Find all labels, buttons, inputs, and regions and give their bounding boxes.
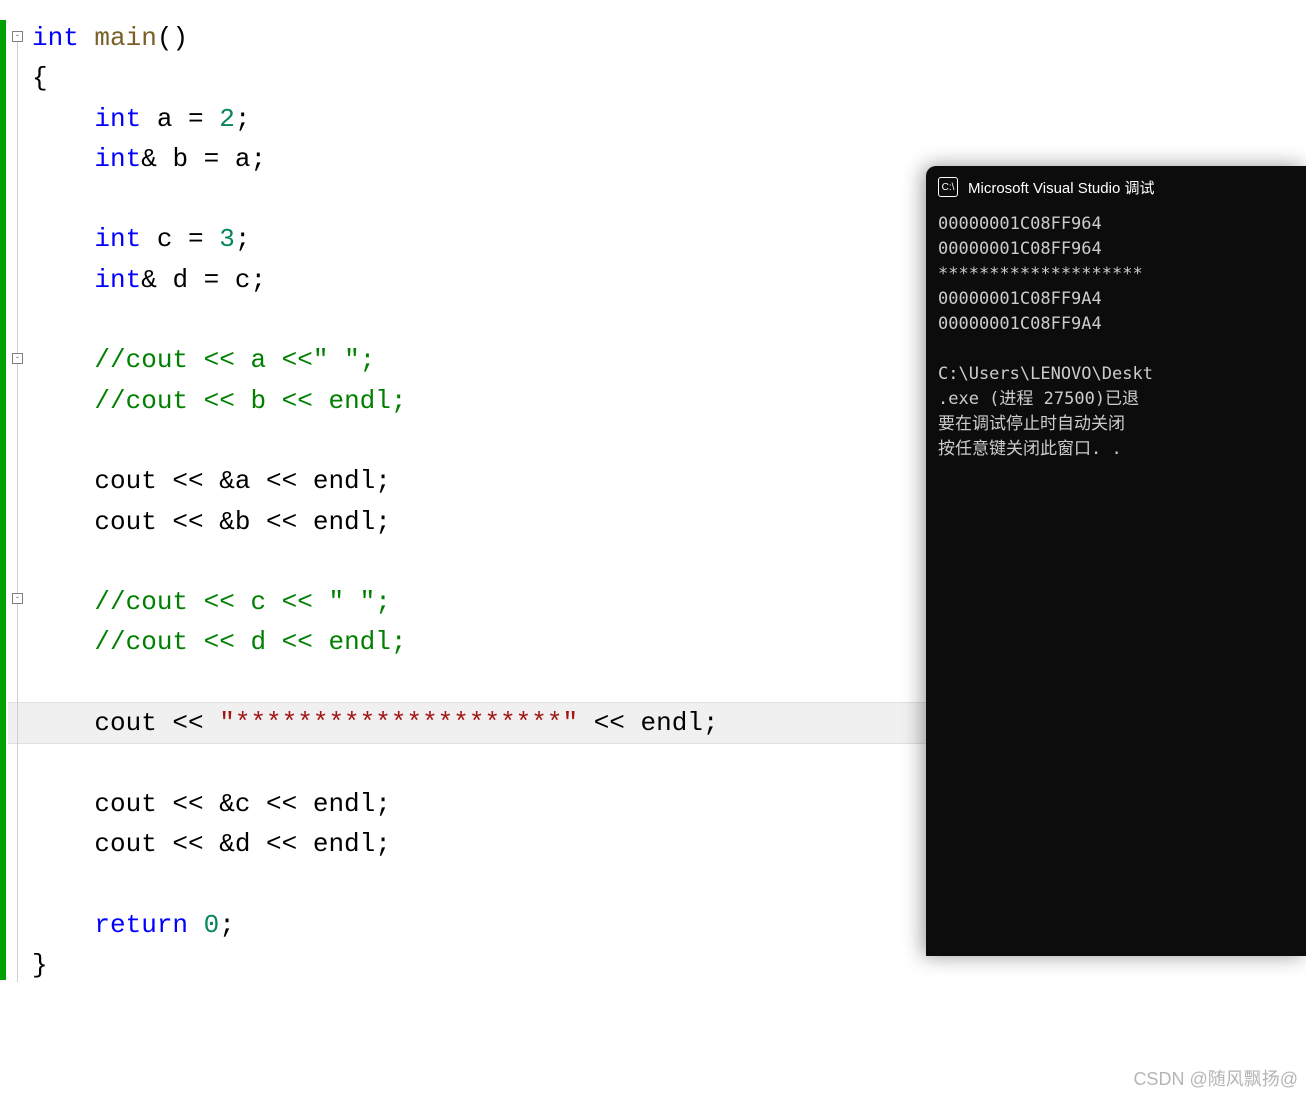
code-line[interactable] <box>32 743 719 783</box>
code-token: int <box>94 144 141 174</box>
code-line[interactable] <box>32 542 719 582</box>
code-token <box>32 345 94 375</box>
console-titlebar[interactable]: C:\ Microsoft Visual Studio 调试 <box>926 166 1306 208</box>
code-line[interactable]: cout << "*********************" << endl; <box>32 703 719 743</box>
code-token <box>32 587 94 617</box>
fold-guide-line <box>17 42 18 982</box>
code-token: cout << &b << endl; <box>32 507 391 537</box>
editor-gutter: - - - <box>0 0 30 1097</box>
code-token: & b = a; <box>141 144 266 174</box>
code-token: a = <box>141 104 219 134</box>
code-token: { <box>32 63 48 93</box>
code-line[interactable]: int& b = a; <box>32 139 719 179</box>
code-token: ; <box>235 224 251 254</box>
fold-toggle-icon[interactable]: - <box>12 31 23 42</box>
code-token: cout << &a << endl; <box>32 466 391 496</box>
code-token: "*********************" <box>219 708 578 738</box>
console-icon: C:\ <box>938 177 958 197</box>
code-token: cout << &d << endl; <box>32 829 391 859</box>
code-token: cout << <box>32 708 219 738</box>
code-token: //cout << c << " "; <box>94 587 390 617</box>
code-token: () <box>157 23 188 53</box>
debug-console-window[interactable]: C:\ Microsoft Visual Studio 调试 00000001C… <box>926 166 1306 956</box>
code-line[interactable]: //cout << c << " "; <box>32 582 719 622</box>
code-token: 3 <box>219 224 235 254</box>
code-token <box>32 910 94 940</box>
code-token <box>32 104 94 134</box>
code-line[interactable] <box>32 300 719 340</box>
console-output: 00000001C08FF964 00000001C08FF964 ******… <box>926 208 1306 466</box>
code-token: c = <box>141 224 219 254</box>
code-token: //cout << a <<" "; <box>94 345 375 375</box>
code-line[interactable]: int main() <box>32 18 719 58</box>
code-token: 0 <box>204 910 220 940</box>
code-line[interactable] <box>32 864 719 904</box>
code-token: main <box>94 23 156 53</box>
code-token: //cout << d << endl; <box>94 627 406 657</box>
code-token: 2 <box>219 104 235 134</box>
code-line[interactable] <box>32 421 719 461</box>
code-token <box>79 23 95 53</box>
code-line[interactable]: cout << &c << endl; <box>32 784 719 824</box>
code-line[interactable]: cout << &d << endl; <box>32 824 719 864</box>
fold-toggle-icon[interactable]: - <box>12 353 23 364</box>
code-line[interactable]: //cout << a <<" "; <box>32 340 719 380</box>
code-content[interactable]: int main(){ int a = 2; int& b = a; int c… <box>32 18 719 985</box>
code-line[interactable]: //cout << b << endl; <box>32 381 719 421</box>
code-token <box>32 265 94 295</box>
code-token: //cout << b << endl; <box>94 386 406 416</box>
code-token <box>32 627 94 657</box>
code-line[interactable]: { <box>32 58 719 98</box>
code-line[interactable] <box>32 179 719 219</box>
code-token: int <box>94 104 141 134</box>
code-token: << endl; <box>578 708 718 738</box>
code-line[interactable]: int& d = c; <box>32 260 719 300</box>
code-token: int <box>94 224 141 254</box>
code-token <box>32 144 94 174</box>
code-line[interactable]: int c = 3; <box>32 219 719 259</box>
watermark: CSDN @随风飘扬@ <box>1133 1065 1298 1091</box>
code-line[interactable]: int a = 2; <box>32 99 719 139</box>
code-token: cout << &c << endl; <box>32 789 391 819</box>
code-line[interactable] <box>32 663 719 703</box>
code-token: & d = c; <box>141 265 266 295</box>
code-line[interactable]: cout << &b << endl; <box>32 502 719 542</box>
change-indicator-bar <box>0 20 6 980</box>
code-token: int <box>32 23 79 53</box>
code-token: int <box>94 265 141 295</box>
code-line[interactable]: return 0; <box>32 905 719 945</box>
console-title: Microsoft Visual Studio 调试 <box>968 177 1154 198</box>
code-line[interactable]: //cout << d << endl; <box>32 622 719 662</box>
code-token: ; <box>219 910 235 940</box>
code-token <box>32 224 94 254</box>
code-line[interactable]: } <box>32 945 719 985</box>
code-token: ; <box>235 104 251 134</box>
code-token: return <box>94 910 188 940</box>
code-line[interactable]: cout << &a << endl; <box>32 461 719 501</box>
code-token: } <box>32 950 48 980</box>
code-token <box>188 910 204 940</box>
fold-toggle-icon[interactable]: - <box>12 593 23 604</box>
code-token <box>32 386 94 416</box>
